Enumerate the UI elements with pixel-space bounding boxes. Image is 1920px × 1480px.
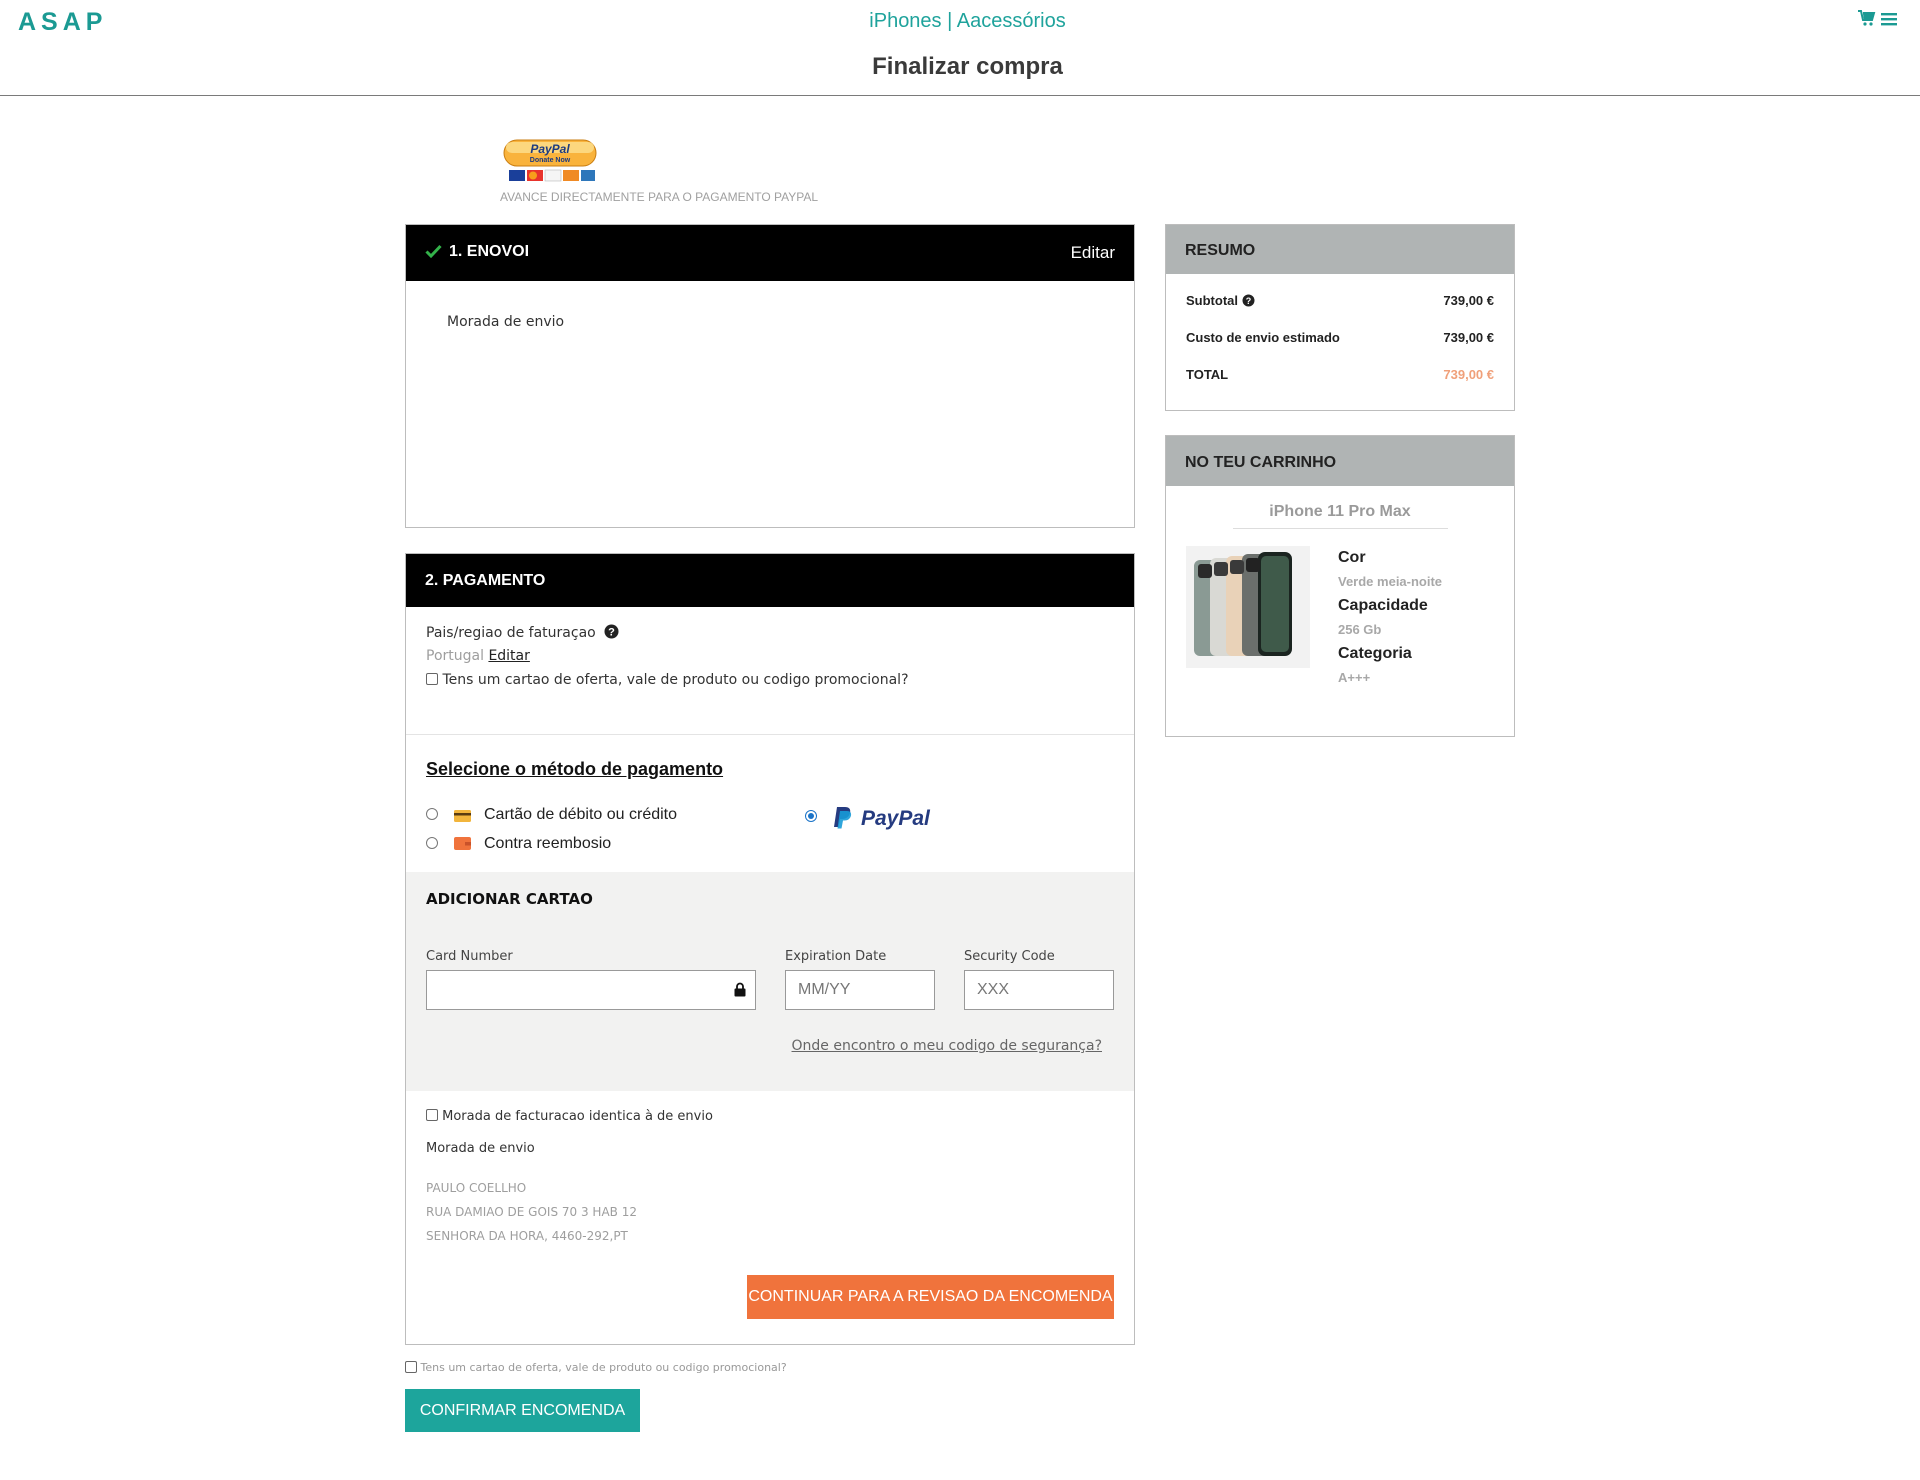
attr-capacity-label: Capacidade: [1338, 597, 1428, 614]
svg-text:?: ?: [1245, 296, 1251, 306]
nav-accessories[interactable]: Aacessórios: [957, 10, 1066, 32]
card-method-label[interactable]: Cartão de débito ou crédito: [484, 806, 677, 824]
card-number-input[interactable]: [426, 970, 756, 1010]
subtotal-value: 739,00 €: [1443, 293, 1494, 308]
card-method-radio[interactable]: [426, 808, 438, 820]
summary-header: RESUMO: [1166, 225, 1514, 274]
cart-title: NO TEU CARRINHO: [1185, 454, 1337, 471]
wallet-icon: [454, 837, 471, 855]
footer-gift-card-label: Tens um cartao de oferta, vale de produt…: [420, 1361, 787, 1374]
subtotal-label: Subtotal: [1186, 293, 1238, 308]
subtotal-help-icon[interactable]: ?: [1242, 294, 1255, 310]
gift-card-checkbox[interactable]: [426, 673, 438, 685]
top-nav: iPhones | Aacessórios: [0, 10, 1920, 33]
cart-panel: NO TEU CARRINHO iPhone 11 Pro Max Cor Ve…: [1165, 435, 1515, 737]
paypal-caption: AVANCE DIRECTAMENTE PARA O PAGAMENTO PAY…: [500, 190, 819, 204]
gift-card-label: Tens um cartao de oferta, vale de produt…: [442, 672, 909, 688]
nav-separator: |: [947, 10, 953, 32]
attr-color-value: Verde meia-noite: [1338, 574, 1443, 589]
page-title: Finalizar compra: [872, 53, 1063, 80]
total-label: TOTAL: [1186, 367, 1229, 382]
payment-method-heading: Selecione o método de pagamento: [426, 759, 724, 779]
shipping-cost-label: Custo de envio estimado: [1186, 330, 1340, 345]
card-number-label: Card Number: [426, 949, 513, 964]
shipping-header: 1. ENOVOI Editar: [406, 225, 1134, 281]
footer-gift-card-checkbox[interactable]: [405, 1361, 417, 1373]
add-card-heading: ADICIONAR CARTAO: [426, 890, 593, 908]
product-image[interactable]: [1186, 546, 1310, 668]
svg-text:?: ?: [608, 627, 615, 639]
billing-address-label: Morada de envio: [426, 1141, 535, 1156]
add-card-section: ADICIONAR CARTAO Card Number Expiration …: [406, 872, 1134, 1091]
summary-row-subtotal: Subtotal ? 739,00 €: [1186, 293, 1494, 310]
paypal-donate-logo: PayPal: [530, 142, 570, 156]
product-name[interactable]: iPhone 11 Pro Max: [1166, 503, 1514, 521]
cod-method-radio[interactable]: [426, 837, 438, 849]
header-divider: [0, 95, 1920, 96]
summary-title: RESUMO: [1185, 242, 1256, 259]
shipping-panel: 1. ENOVOI Editar Morada de envio: [405, 224, 1135, 528]
attr-color-label: Cor: [1338, 549, 1366, 566]
help-icon[interactable]: ?: [604, 624, 619, 643]
attr-capacity-value: 256 Gb: [1338, 622, 1382, 637]
attr-category-value: A+++: [1338, 670, 1371, 685]
continue-review-button[interactable]: CONTINUAR PARA A REVISAO DA ENCOMENDA: [747, 1275, 1114, 1319]
cart-header: NO TEU CARRINHO: [1166, 436, 1514, 486]
payment-panel: 2. PAGAMENTO Pais/regiao de faturaçao ? …: [405, 553, 1135, 1345]
billing-country-text: Pais/regiao de faturaçao: [426, 625, 596, 641]
footer-gift-card-option: Tens um cartao de oferta, vale de produt…: [405, 1361, 787, 1374]
confirm-order-button[interactable]: CONFIRMAR ENCOMENDA: [405, 1389, 640, 1432]
product-name-underline: [1233, 528, 1448, 529]
address-line-3: SENHORA DA HORA, 4460-292,PT: [426, 1229, 628, 1243]
billing-country-value: Portugal Editar: [426, 648, 530, 664]
credit-card-icon: [454, 809, 471, 827]
country-edit-link[interactable]: Editar: [488, 648, 529, 664]
shipping-title: 1. ENOVOI: [449, 243, 530, 260]
expiry-input[interactable]: MM/YY: [785, 970, 935, 1010]
address-line-2: RUA DAMIAO DE GOIS 70 3 HAB 12: [426, 1205, 637, 1219]
summary-row-shipping: Custo de envio estimado 739,00 €: [1186, 330, 1494, 345]
paypal-donate-button[interactable]: PayPal Donate Now: [503, 139, 597, 185]
lock-icon: [734, 982, 746, 1002]
address-line-1: PAULO COELLHO: [426, 1181, 527, 1195]
billing-country-label: Pais/regiao de faturaçao ?: [426, 624, 619, 643]
cvc-placeholder: XXX: [977, 981, 1010, 998]
paypal-method-radio[interactable]: [805, 810, 817, 822]
same-address-checkbox[interactable]: [426, 1109, 438, 1121]
country-value: Portugal: [426, 648, 484, 664]
cod-method-label[interactable]: Contra reembosio: [484, 835, 611, 853]
cvc-label: Security Code: [964, 949, 1055, 964]
summary-panel: RESUMO Subtotal ? 739,00 € Custo de envi…: [1165, 224, 1515, 411]
security-code-help-link[interactable]: Onde encontro o meu codigo de segurança?: [792, 1038, 1102, 1054]
payment-title: 2. PAGAMENTO: [425, 572, 546, 589]
shipping-cost-value: 739,00 €: [1443, 330, 1494, 345]
nav-iphones[interactable]: iPhones: [869, 10, 941, 32]
same-address-label: Morada de facturacao identica à de envio: [442, 1109, 713, 1124]
paypal-method-label[interactable]: PayPal: [861, 807, 930, 831]
paypal-donate-sub: Donate Now: [530, 157, 571, 164]
attr-category-label: Categoria: [1338, 645, 1412, 662]
expiry-label: Expiration Date: [785, 949, 887, 964]
check-icon: [425, 244, 442, 263]
cart-icon[interactable]: [1858, 10, 1881, 31]
same-address-option: Morada de facturacao identica à de envio: [426, 1109, 713, 1124]
shipping-address-label: Morada de envio: [447, 314, 565, 330]
shipping-edit-link[interactable]: Editar: [1071, 243, 1115, 263]
menu-icon[interactable]: [1881, 10, 1898, 31]
cvc-input[interactable]: XXX: [964, 970, 1114, 1010]
gift-card-option: Tens um cartao de oferta, vale de produt…: [426, 672, 909, 688]
paypal-logo-icon[interactable]: [832, 806, 852, 835]
summary-row-total: TOTAL 739,00 €: [1186, 367, 1494, 382]
total-value: 739,00 €: [1443, 367, 1494, 382]
expiry-placeholder: MM/YY: [798, 981, 851, 998]
payment-header: 2. PAGAMENTO: [406, 554, 1134, 607]
header-icons: [1858, 10, 1898, 32]
divider: [406, 734, 1134, 735]
